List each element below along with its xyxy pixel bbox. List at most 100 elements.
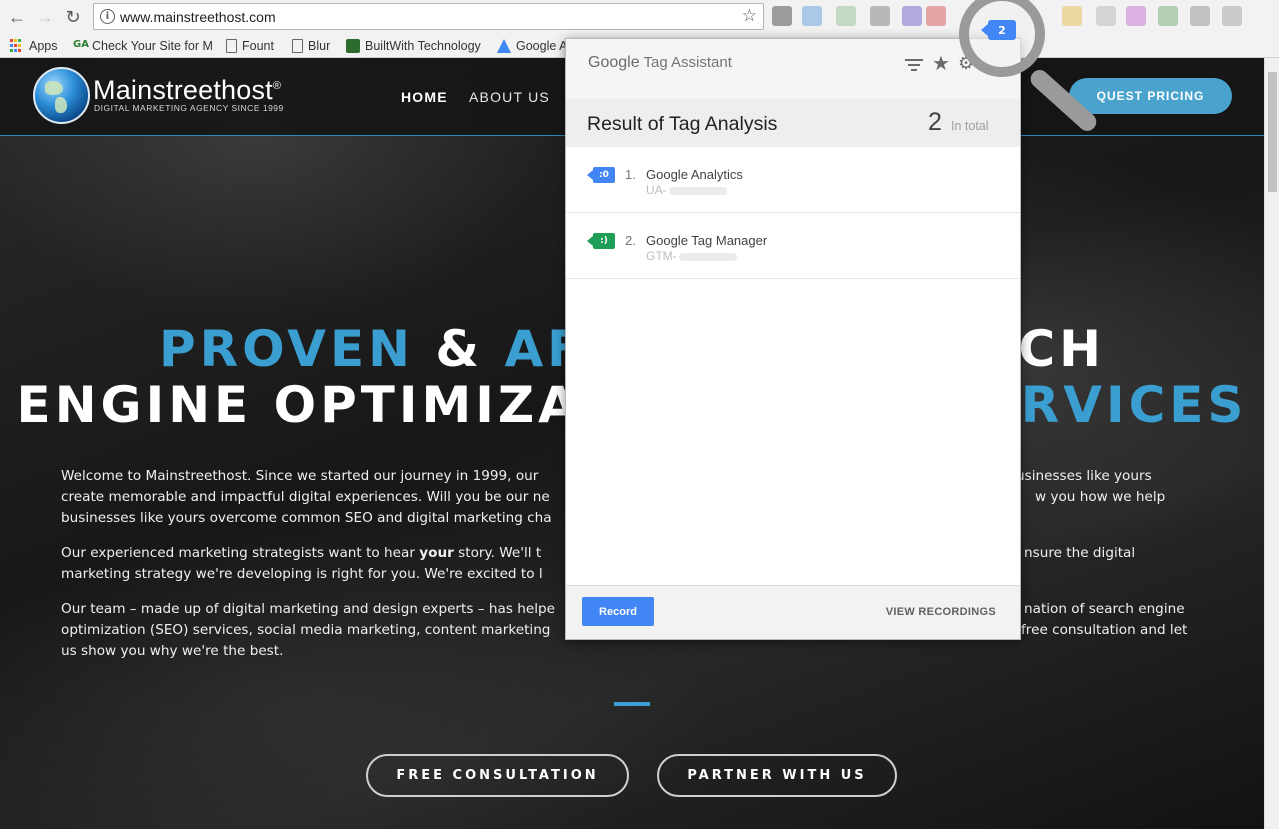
paragraph-text: usinesses like yours xyxy=(1016,468,1152,484)
extension-icon[interactable] xyxy=(1158,6,1178,26)
paragraph-text: w you how we help xyxy=(1035,489,1166,505)
hero-word: ENGINE OPTIMIZA xyxy=(16,376,581,434)
bookmark-label: Fount xyxy=(242,39,274,53)
bookmark-label: Google A xyxy=(516,39,565,53)
nav-home[interactable]: HOME xyxy=(401,89,448,105)
extension-icon[interactable] xyxy=(802,6,822,26)
tag-id: GTM- xyxy=(646,249,737,263)
back-arrow-icon[interactable]: ← xyxy=(5,5,29,29)
builtwith-favicon-icon xyxy=(346,39,360,53)
hero-word: & xyxy=(414,320,505,378)
result-bar: Result of Tag Analysis 2 In total xyxy=(566,99,1020,147)
bookmark-fount[interactable]: Fount xyxy=(226,37,274,55)
request-pricing-button[interactable]: QUEST PRICING xyxy=(1069,78,1232,114)
globe-logo-icon[interactable] xyxy=(33,67,90,124)
result-title: Result of Tag Analysis xyxy=(587,113,778,135)
tag-id: UA- xyxy=(646,183,727,197)
paragraph-text: marketing strategy we're developing is r… xyxy=(61,566,543,582)
forward-arrow-icon[interactable]: → xyxy=(33,5,57,29)
bookmark-blur[interactable]: Blur xyxy=(292,37,330,55)
bookmark-label: Apps xyxy=(29,39,58,53)
bookmark-builtwith[interactable]: BuiltWith Technology xyxy=(346,37,486,55)
apps-grid-icon xyxy=(10,39,24,53)
extension-icon[interactable] xyxy=(1126,6,1146,26)
scrollbar-thumb[interactable] xyxy=(1268,72,1277,192)
paragraph-text: nsure the digital xyxy=(1024,545,1136,561)
hero-word: RVICES xyxy=(1020,376,1248,434)
page-icon xyxy=(292,39,303,53)
bookmark-label: BuiltWith Technology xyxy=(365,39,481,53)
paragraph-text: Our team – made up of digital marketing … xyxy=(61,601,555,617)
tag-id-prefix: UA- xyxy=(646,183,667,197)
paragraph-text: Welcome to Mainstreethost. Since we star… xyxy=(61,468,539,484)
tag-assistant-logo: Google Tag Assistant xyxy=(588,54,732,72)
extension-icon[interactable] xyxy=(1062,6,1082,26)
paragraph-text: free consultation and let xyxy=(1021,622,1188,638)
star-icon[interactable]: ★ xyxy=(932,51,950,76)
brand-name-text: Mainstreethost xyxy=(93,75,273,105)
tag-assistant-extension-icon[interactable]: 2 xyxy=(981,20,1016,40)
nav-about[interactable]: ABOUT US xyxy=(469,89,550,105)
google-wordmark: Google xyxy=(588,54,640,71)
bookmark-star-icon[interactable]: ☆ xyxy=(742,6,757,26)
google-ads-icon xyxy=(497,39,511,53)
product-name: Tag Assistant xyxy=(639,54,732,71)
section-divider xyxy=(614,702,650,706)
bookmark-google-ads[interactable]: Google A xyxy=(497,37,565,55)
brand-tagline: DIGITAL MARKETING AGENCY SINCE 1999 xyxy=(94,103,284,113)
paragraph-bold: your xyxy=(419,545,454,561)
free-consultation-button[interactable]: FREE CONSULTATION xyxy=(366,754,629,797)
tag-manager-tag-icon: :) xyxy=(587,233,615,249)
result-count-label: In total xyxy=(951,119,989,133)
extension-icon[interactable] xyxy=(1096,6,1116,26)
analytics-tag-icon: :0 xyxy=(587,167,615,183)
ga-favicon-icon: GA xyxy=(73,39,89,50)
extension-icon[interactable] xyxy=(926,6,946,26)
record-button[interactable]: Record xyxy=(582,597,654,626)
popup-header: Google Tag Assistant ★ ⚙ Result of Tag A… xyxy=(566,39,1020,147)
page-scrollbar[interactable] xyxy=(1264,58,1279,829)
registered-mark: ® xyxy=(272,80,282,92)
redacted-id xyxy=(678,252,737,261)
result-count: 2 xyxy=(928,108,942,136)
tag-row[interactable]: :) 2. Google Tag Manager GTM- xyxy=(566,213,1020,279)
hero-word: CH xyxy=(1018,320,1105,378)
paragraph-text: create memorable and impactful digital e… xyxy=(61,489,550,505)
partner-with-us-button[interactable]: PARTNER WITH US xyxy=(657,754,897,797)
info-icon[interactable]: i xyxy=(100,9,115,24)
paragraph-text: story. We'll t xyxy=(453,545,542,561)
paragraph-text: Our experienced marketing strategists wa… xyxy=(61,545,420,561)
page-icon xyxy=(226,39,237,53)
paragraph-text: businesses like yours overcome common SE… xyxy=(61,510,552,526)
bookmark-apps[interactable]: Apps xyxy=(10,37,58,55)
tag-assistant-popup: Google Tag Assistant ★ ⚙ Result of Tag A… xyxy=(565,38,1021,640)
browser-toolbar: ← → ↻ i www.mainstreethost.com ☆ xyxy=(0,0,1279,34)
bookmark-check-site[interactable]: GA Check Your Site for M xyxy=(73,37,213,55)
bookmark-label: Check Your Site for M xyxy=(92,39,213,53)
paragraph-text: us show you why we're the best. xyxy=(61,643,284,659)
tag-name[interactable]: Google Tag Manager xyxy=(646,233,767,248)
extension-icon[interactable] xyxy=(772,6,792,26)
extension-icon[interactable] xyxy=(902,6,922,26)
tag-name[interactable]: Google Analytics xyxy=(646,167,743,182)
tag-number: 2. xyxy=(625,233,636,248)
popup-footer: Record VIEW RECORDINGS xyxy=(566,585,1020,639)
paragraph-text: optimization (SEO) services, social medi… xyxy=(61,622,551,638)
url-text[interactable]: www.mainstreethost.com xyxy=(120,9,276,25)
extension-icon[interactable] xyxy=(1190,6,1210,26)
tag-number: 1. xyxy=(625,167,636,182)
view-recordings-link[interactable]: VIEW RECORDINGS xyxy=(886,606,996,618)
address-bar[interactable]: i www.mainstreethost.com ☆ xyxy=(93,3,764,30)
paragraph-text: nation of search engine xyxy=(1024,601,1185,617)
redacted-id xyxy=(668,186,727,195)
brand-name[interactable]: Mainstreethost® xyxy=(93,75,281,106)
tag-row[interactable]: :0 1. Google Analytics UA- xyxy=(566,147,1020,213)
extension-icon[interactable] xyxy=(870,6,890,26)
filter-icon[interactable] xyxy=(905,59,923,73)
hero-word: PROVEN xyxy=(159,320,415,378)
extension-icon[interactable] xyxy=(836,6,856,26)
extension-icon[interactable] xyxy=(1222,6,1242,26)
bookmark-label: Blur xyxy=(308,39,331,53)
tag-id-prefix: GTM- xyxy=(646,249,677,263)
reload-icon[interactable]: ↻ xyxy=(61,5,85,29)
